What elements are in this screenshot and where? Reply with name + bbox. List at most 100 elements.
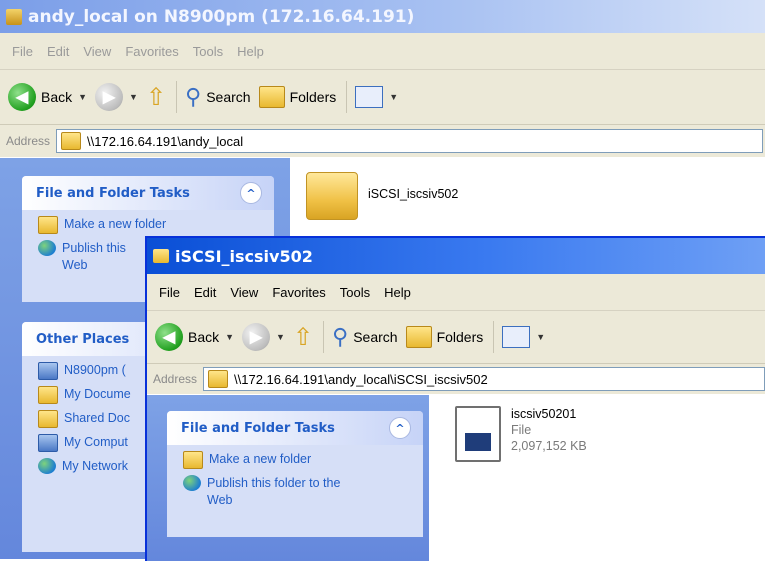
file-folder-tasks-panel: File and Folder Tasks ^ Make a new folde… (167, 411, 423, 537)
file-icon (455, 406, 501, 462)
menu-file[interactable]: File (159, 285, 180, 300)
toolbar-separator (493, 321, 495, 353)
search-icon: ⚲ (185, 84, 202, 109)
task-label: Make a new folder (209, 452, 312, 466)
collapse-icon[interactable]: ^ (389, 417, 411, 439)
toolbar: ◀ Back ▼ ▶ ▼ ⇧ ⚲ Search Folders ▼ (0, 70, 765, 125)
menu-help[interactable]: Help (237, 44, 264, 59)
folder-icon (183, 451, 203, 469)
views-icon (355, 86, 384, 108)
views-button[interactable]: ▼ (502, 326, 545, 348)
toolbar-separator (176, 81, 178, 113)
task-label: Make a new folder (64, 217, 167, 231)
address-bar: Address \\172.16.64.191\andy_local\iSCSI… (147, 364, 765, 394)
folder-name: iSCSI_iscsiv502 (368, 187, 459, 201)
menu-tools[interactable]: Tools (340, 285, 370, 300)
menu-edit[interactable]: Edit (47, 44, 69, 59)
address-label: Address (6, 134, 51, 148)
globe-icon (38, 240, 56, 256)
forward-button[interactable]: ▶ ▼ (95, 83, 138, 111)
place-label: N8900pm ( (64, 363, 126, 377)
title-bar: iSCSI_iscsiv502 (147, 238, 765, 274)
task-label: Publish this folder to the (207, 476, 341, 490)
window-icon (6, 8, 22, 25)
address-input[interactable]: \\172.16.64.191\andy_local\iSCSI_iscsiv5… (203, 367, 765, 391)
window-icon (153, 249, 169, 263)
back-button[interactable]: ◀ Back ▼ (8, 83, 87, 111)
task-label: Publish this (62, 241, 126, 255)
menu-bar: File Edit View Favorites Tools Help (147, 274, 765, 311)
window-title: iSCSI_iscsiv502 (175, 246, 313, 266)
panel-title: Other Places (36, 331, 130, 347)
search-label: Search (206, 89, 251, 105)
back-icon: ◀ (155, 323, 183, 351)
task-label-cont: Web (62, 258, 88, 272)
task-make-folder[interactable]: Make a new folder (183, 451, 423, 469)
address-input[interactable]: \\172.16.64.191\andy_local (56, 129, 763, 153)
place-label: My Comput (64, 435, 128, 449)
menu-view[interactable]: View (230, 285, 258, 300)
file-item[interactable]: iscsiv50201 File 2,097,152 KB (455, 406, 587, 462)
globe-icon (183, 475, 201, 491)
views-button[interactable]: ▼ (355, 86, 398, 108)
menu-view[interactable]: View (83, 44, 111, 59)
place-label: My Network (62, 459, 128, 473)
place-label: Shared Doc (64, 411, 131, 425)
chevron-down-icon[interactable]: ▼ (225, 332, 234, 342)
folders-button[interactable]: Folders (405, 326, 484, 348)
forward-button[interactable]: ▶ ▼ (242, 323, 285, 351)
search-icon: ⚲ (332, 324, 349, 349)
menu-favorites[interactable]: Favorites (272, 285, 325, 300)
network-icon (38, 458, 56, 474)
title-bar: andy_local on N8900pm (172.16.64.191) (0, 0, 765, 33)
folders-icon (405, 326, 432, 348)
place-label: My Docume (64, 387, 131, 401)
up-button[interactable]: ⇧ (146, 83, 166, 112)
forward-icon: ▶ (95, 83, 124, 111)
collapse-icon[interactable]: ^ (240, 182, 262, 204)
panel-title: File and Folder Tasks (181, 420, 335, 436)
search-button[interactable]: ⚲ Search (185, 84, 250, 110)
folder-item[interactable]: iSCSI_iscsiv502 (306, 172, 458, 220)
menu-edit[interactable]: Edit (194, 285, 216, 300)
folders-label: Folders (289, 89, 337, 105)
toolbar-separator (346, 81, 348, 113)
panel-header[interactable]: File and Folder Tasks ^ (22, 176, 274, 210)
chevron-down-icon[interactable]: ▼ (536, 332, 545, 342)
task-publish[interactable]: Publish this folder to the Web (183, 475, 423, 509)
views-icon (502, 326, 531, 348)
folder-icon (38, 410, 58, 428)
back-button[interactable]: ◀ Back ▼ (155, 323, 234, 351)
up-button[interactable]: ⇧ (293, 323, 313, 352)
chevron-down-icon[interactable]: ▼ (276, 332, 285, 342)
forward-icon: ▶ (242, 323, 271, 351)
search-button[interactable]: ⚲ Search (332, 324, 397, 350)
chevron-down-icon[interactable]: ▼ (129, 92, 138, 102)
panel-title: File and Folder Tasks (36, 185, 190, 201)
folder-icon (306, 172, 358, 220)
window-title: andy_local on N8900pm (172.16.64.191) (28, 6, 415, 27)
folders-button[interactable]: Folders (258, 86, 337, 108)
menu-tools[interactable]: Tools (193, 44, 223, 59)
back-label: Back (41, 89, 73, 105)
address-bar: Address \\172.16.64.191\andy_local (0, 125, 765, 157)
explorer-window-iscsi: iSCSI_iscsiv502 File Edit View Favorites… (145, 236, 765, 561)
chevron-down-icon[interactable]: ▼ (389, 92, 398, 102)
back-label: Back (188, 329, 220, 345)
panel-header[interactable]: File and Folder Tasks ^ (167, 411, 423, 445)
file-name: iscsiv50201 (511, 407, 577, 421)
task-make-folder[interactable]: Make a new folder (38, 216, 274, 234)
address-value: \\172.16.64.191\andy_local\iSCSI_iscsiv5… (234, 371, 488, 387)
address-label: Address (153, 372, 198, 386)
folders-label: Folders (436, 329, 484, 345)
search-label: Search (353, 329, 398, 345)
folder-icon (38, 386, 58, 404)
task-pane: File and Folder Tasks ^ Make a new folde… (147, 395, 429, 561)
back-icon: ◀ (8, 83, 36, 111)
menu-favorites[interactable]: Favorites (125, 44, 178, 59)
menu-file[interactable]: File (12, 44, 33, 59)
folder-icon (38, 216, 58, 234)
menu-help[interactable]: Help (384, 285, 411, 300)
file-type: File (511, 423, 532, 437)
chevron-down-icon[interactable]: ▼ (78, 92, 87, 102)
